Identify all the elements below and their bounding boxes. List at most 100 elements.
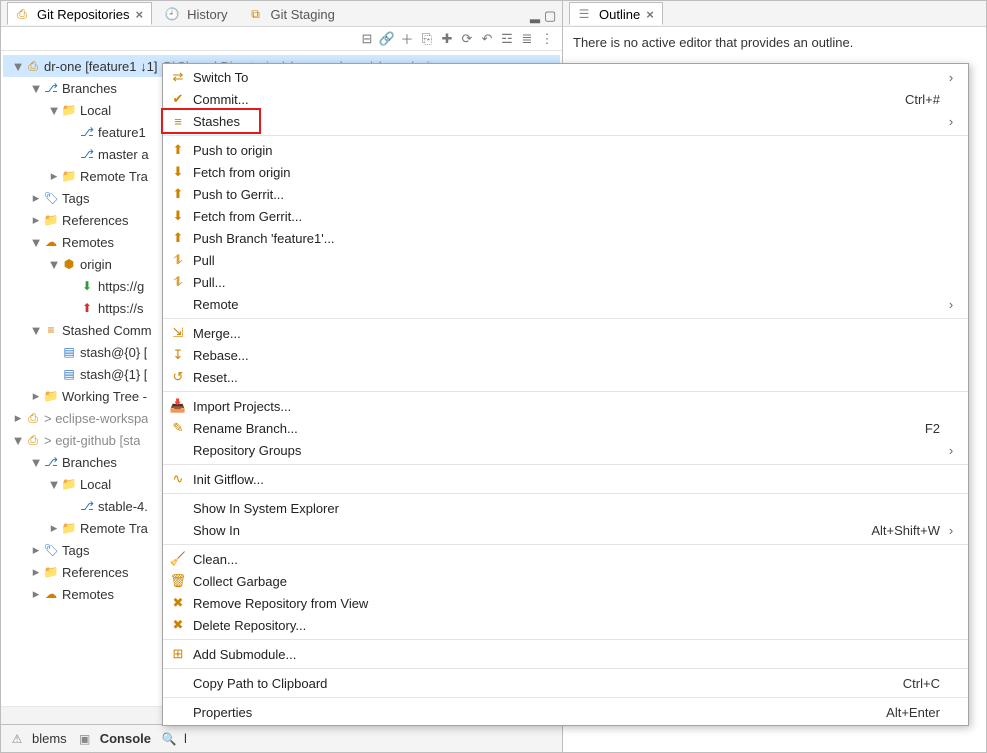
menu-item-import-projects[interactable]: 📥Import Projects...: [163, 395, 968, 417]
menu-item-collect-garbage[interactable]: 🗑Collect Garbage: [163, 570, 968, 592]
menu-item-label: Rebase...: [193, 348, 944, 363]
bottom-tab[interactable]: ▣Console: [77, 731, 151, 747]
stash-entry-icon: ▤: [61, 344, 77, 360]
menu-item-commit[interactable]: ✔Commit...Ctrl+#: [163, 88, 968, 110]
chevron-down-icon[interactable]: ▼: [29, 81, 43, 96]
menu-item-push-to-origin[interactable]: ⬆Push to origin: [163, 139, 968, 161]
chevron-right-icon[interactable]: ▸: [29, 586, 43, 602]
tree-node-label: Tags: [62, 543, 89, 558]
gitflow-icon: ∿: [163, 471, 193, 487]
chevron-right-icon: ›: [944, 297, 958, 312]
menu-item-show-in[interactable]: Show InAlt+Shift+W›: [163, 519, 968, 541]
menu-separator: [163, 391, 968, 392]
menu-item-rename-branch[interactable]: ✎Rename Branch...F2: [163, 417, 968, 439]
menu-item-delete-repository[interactable]: ✖Delete Repository...: [163, 614, 968, 636]
menu-item-copy-path-to-clipboard[interactable]: Copy Path to ClipboardCtrl+C: [163, 672, 968, 694]
create-repo-icon[interactable]: ✚: [438, 30, 456, 48]
menu-item-label: Show In: [193, 523, 871, 538]
chevron-down-icon[interactable]: ▼: [47, 257, 61, 272]
tree-node-label: Local: [80, 103, 111, 118]
chevron-down-icon[interactable]: ▼: [11, 433, 25, 448]
tab-git-staging[interactable]: ⧉Git Staging: [242, 3, 343, 24]
close-icon[interactable]: ×: [646, 7, 654, 22]
submodule-icon: ⊞: [163, 646, 193, 662]
chevron-down-icon[interactable]: ▼: [11, 59, 25, 74]
menu-item-add-submodule[interactable]: ⊞Add Submodule...: [163, 643, 968, 665]
chevron-down-icon[interactable]: ▼: [47, 103, 61, 118]
bottom-tab[interactable]: ⚠blems: [9, 731, 67, 747]
undo-icon[interactable]: ↶: [478, 30, 496, 48]
menu-item-label: Import Projects...: [193, 399, 944, 414]
tree-node-label: Tags: [62, 191, 89, 206]
menu-item-label: Delete Repository...: [193, 618, 944, 633]
tree-node-label: https://g: [98, 279, 144, 294]
menu-item-stashes[interactable]: ≡Stashes›: [163, 110, 968, 132]
menu-item-properties[interactable]: PropertiesAlt+Enter: [163, 701, 968, 723]
tab-history[interactable]: 🕘History: [158, 3, 235, 24]
menu-item-rebase[interactable]: ↧Rebase...: [163, 344, 968, 366]
menu-item-fetch-from-gerrit[interactable]: ⬇Fetch from Gerrit...: [163, 205, 968, 227]
menu-item-remove-repository-from-view[interactable]: ✖Remove Repository from View: [163, 592, 968, 614]
menu-item-label: Stashes: [193, 114, 944, 129]
chevron-down-icon[interactable]: ▼: [47, 477, 61, 492]
git-repo-icon: ⎙: [25, 410, 41, 426]
hierarchical-icon[interactable]: ☲: [498, 30, 516, 48]
menu-item-reset[interactable]: ↺Reset...: [163, 366, 968, 388]
menu-item-label: Commit...: [193, 92, 905, 107]
menu-item-merge[interactable]: ⇲Merge...: [163, 322, 968, 344]
repo-context-menu[interactable]: ⇄Switch To›✔Commit...Ctrl+#≡Stashes› ⬆Pus…: [162, 63, 969, 726]
rename-icon: ✎: [163, 420, 193, 436]
minimize-icon[interactable]: ▂: [530, 8, 542, 20]
chevron-right-icon[interactable]: ▸: [47, 520, 61, 536]
collapse-all-icon[interactable]: ⊟: [358, 30, 376, 48]
menu-item-init-gitflow[interactable]: ∿Init Gitflow...: [163, 468, 968, 490]
tree-node-label: Remote Tra: [80, 521, 148, 536]
chevron-down-icon[interactable]: ▼: [29, 235, 43, 250]
tree-node-label: Stashed Comm: [62, 323, 152, 338]
menu-item-label: Merge...: [193, 326, 944, 341]
menu-item-label: Remote: [193, 297, 944, 312]
branches-icon: ⎇: [43, 80, 59, 96]
refresh-icon[interactable]: ⟳: [458, 30, 476, 48]
menu-item-accelerator: Alt+Enter: [886, 705, 944, 720]
chevron-right-icon[interactable]: ▸: [47, 168, 61, 184]
tab-outline[interactable]: ☰Outline×: [569, 2, 663, 25]
close-icon[interactable]: ×: [135, 7, 143, 22]
chevron-right-icon[interactable]: ▸: [11, 410, 25, 426]
clone-repo-icon[interactable]: ⎘: [418, 30, 436, 48]
menu-item-pull[interactable]: ⥮Pull...: [163, 271, 968, 293]
menu-item-label: Collect Garbage: [193, 574, 944, 589]
chevron-right-icon[interactable]: ▸: [29, 542, 43, 558]
tab-label: Git Repositories: [37, 7, 129, 22]
tab-git-repositories[interactable]: ⎙Git Repositories×: [7, 2, 152, 25]
chevron-right-icon[interactable]: ▸: [29, 388, 43, 404]
menu-item-repository-groups[interactable]: Repository Groups›: [163, 439, 968, 461]
chevron-down-icon[interactable]: ▼: [29, 323, 43, 338]
link-with-selection-icon[interactable]: 🔗: [378, 30, 396, 48]
view-menu-icon[interactable]: ⋮: [538, 30, 556, 48]
add-repo-icon[interactable]: ＋: [398, 30, 416, 48]
flat-icon[interactable]: ≣: [518, 30, 536, 48]
menu-item-pull[interactable]: ⥮Pull: [163, 249, 968, 271]
tags-icon: 🏷: [43, 542, 59, 558]
chevron-down-icon[interactable]: ▼: [29, 455, 43, 470]
push-branch-icon: ⬆: [163, 230, 193, 246]
chevron-right-icon[interactable]: ▸: [29, 564, 43, 580]
menu-item-label: Push Branch 'feature1'...: [193, 231, 944, 246]
menu-item-show-in-system-explorer[interactable]: Show In System Explorer: [163, 497, 968, 519]
menu-item-label: Properties: [193, 705, 886, 720]
menu-item-remote[interactable]: Remote›: [163, 293, 968, 315]
menu-item-push-branch-feature1[interactable]: ⬆Push Branch 'feature1'...: [163, 227, 968, 249]
menu-item-push-to-gerrit[interactable]: ⬆Push to Gerrit...: [163, 183, 968, 205]
maximize-icon[interactable]: ▢: [544, 8, 556, 20]
chevron-right-icon[interactable]: ▸: [29, 190, 43, 206]
menu-item-fetch-from-origin[interactable]: ⬇Fetch from origin: [163, 161, 968, 183]
menu-item-label: Copy Path to Clipboard: [193, 676, 903, 691]
menu-item-accelerator: Ctrl+C: [903, 676, 944, 691]
menu-item-clean[interactable]: 🧹Clean...: [163, 548, 968, 570]
chevron-right-icon[interactable]: ▸: [29, 212, 43, 228]
branch-checked-icon: ⎇: [79, 124, 95, 140]
menu-item-switch-to[interactable]: ⇄Switch To›: [163, 66, 968, 88]
bottom-tab[interactable]: 🔍l: [161, 731, 187, 747]
menu-separator: [163, 318, 968, 319]
